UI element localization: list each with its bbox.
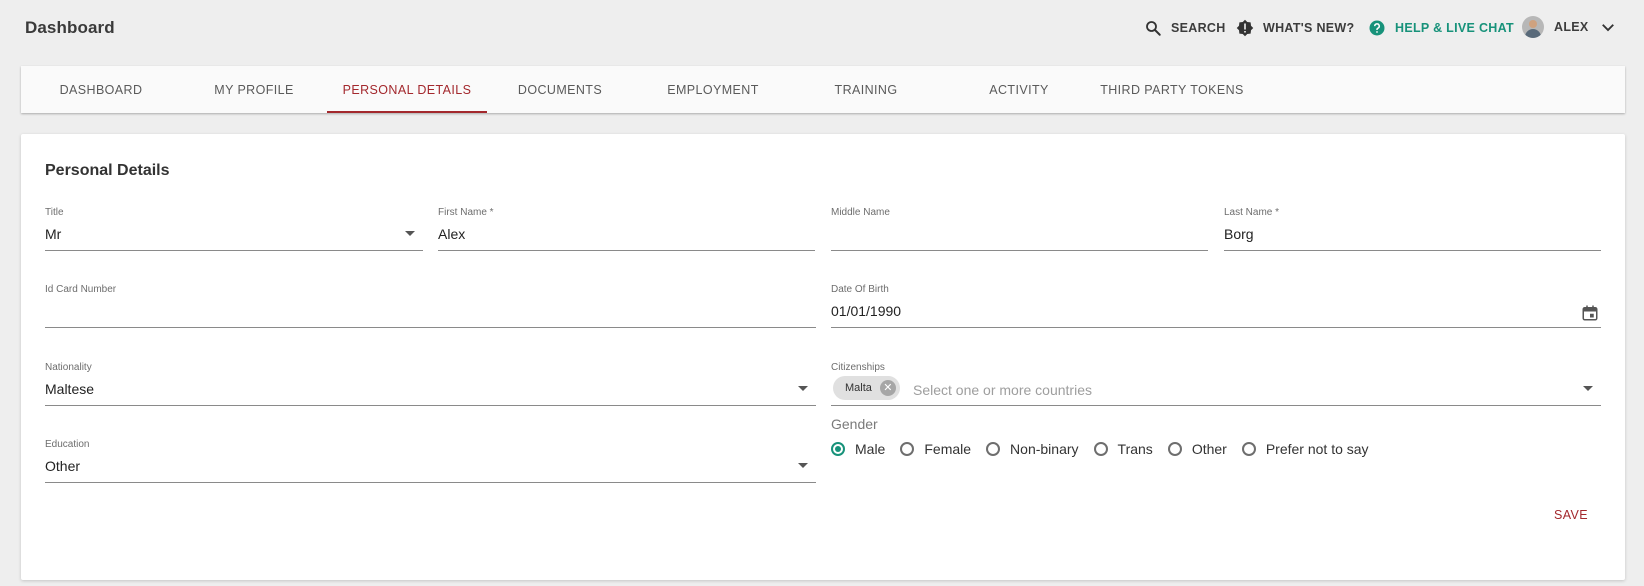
chevron-down-icon (1601, 24, 1614, 32)
first-name-field[interactable]: First Name * Alex (438, 207, 815, 253)
radio-unchecked-icon (1093, 442, 1108, 456)
whats-new-label: WHAT'S NEW? (1263, 21, 1355, 35)
tab-third-party-tokens[interactable]: THIRD PARTY TOKENS (1092, 66, 1252, 113)
help-circle-icon (1369, 20, 1385, 36)
title-select[interactable]: Title Mr (45, 207, 423, 253)
tab-documents[interactable]: DOCUMENTS (480, 66, 640, 113)
search-label: SEARCH (1171, 21, 1226, 35)
radio-label: Female (924, 441, 972, 457)
avatar (1522, 16, 1544, 38)
nationality-value: Maltese (45, 381, 95, 397)
chip-remove-icon[interactable]: ✕ (879, 380, 896, 396)
radio-label: Male (855, 441, 886, 457)
tab-dashboard[interactable]: DASHBOARD (21, 66, 181, 113)
user-menu[interactable]: ALEX (1522, 16, 1626, 38)
citizenship-chip: Malta ✕ (833, 376, 900, 400)
gender-label: Gender (831, 416, 878, 432)
title-label: Title (45, 207, 64, 218)
radio-unchecked-icon (986, 442, 1001, 456)
first-name-value: Alex (438, 226, 466, 242)
dob-value: 01/01/1990 (831, 303, 902, 319)
radio-label: Non-binary (1010, 441, 1079, 457)
education-value: Other (45, 458, 81, 474)
user-name: ALEX (1554, 20, 1589, 34)
tab-bar: DASHBOARD MY PROFILE PERSONAL DETAILS DO… (21, 66, 1625, 113)
chip-label: Malta (845, 382, 872, 394)
title-value: Mr (45, 226, 62, 242)
middle-name-field[interactable]: Middle Name (831, 207, 1208, 253)
date-of-birth-field[interactable]: Date Of Birth 01/01/1990 (831, 284, 1601, 330)
save-button[interactable]: SAVE (1554, 508, 1588, 522)
radio-label: Prefer not to say (1265, 441, 1369, 457)
last-name-label: Last Name * (1224, 207, 1280, 218)
radio-unchecked-icon (1167, 442, 1182, 456)
nationality-select[interactable]: Nationality Maltese (45, 362, 816, 408)
gender-radio-other[interactable]: Other (1167, 441, 1227, 457)
search-button[interactable]: SEARCH (1144, 19, 1226, 37)
id-card-field[interactable]: Id Card Number (45, 284, 816, 330)
whats-new-button[interactable]: WHAT'S NEW? (1236, 19, 1354, 37)
card-title: Personal Details (45, 162, 170, 179)
gender-radio-prefer-not-to-say[interactable]: Prefer not to say (1241, 441, 1369, 457)
radio-checked-icon (831, 442, 845, 456)
gender-radio-non-binary[interactable]: Non-binary (986, 441, 1079, 457)
new-badge-icon (1236, 19, 1254, 37)
tab-my-profile[interactable]: MY PROFILE (174, 66, 334, 113)
help-live-chat-button[interactable]: HELP & LIVE CHAT (1368, 19, 1514, 37)
dropdown-arrow-icon (798, 386, 808, 391)
gender-radio-female[interactable]: Female (900, 441, 971, 457)
first-name-label: First Name * (438, 207, 494, 218)
help-label: HELP & LIVE CHAT (1395, 21, 1514, 35)
middle-name-label: Middle Name (831, 207, 890, 218)
last-name-field[interactable]: Last Name * Borg (1224, 207, 1601, 253)
citizenships-placeholder: Select one or more countries (913, 382, 1092, 398)
dropdown-arrow-icon (798, 463, 808, 468)
personal-details-card: Personal Details Title Mr First Name * A… (21, 134, 1625, 580)
dropdown-arrow-icon (1583, 386, 1593, 391)
radio-label: Trans (1117, 441, 1153, 457)
top-bar: Dashboard SEARCH WHAT'S NEW? HELP & LIVE… (0, 0, 1644, 62)
gender-radio-trans[interactable]: Trans (1093, 441, 1153, 457)
radio-unchecked-icon (900, 442, 915, 456)
last-name-value: Borg (1224, 226, 1254, 242)
tab-activity[interactable]: ACTIVITY (939, 66, 1099, 113)
citizenships-select[interactable]: Citizenships Malta ✕ Select one or more … (831, 362, 1601, 408)
education-label: Education (45, 439, 90, 450)
dropdown-arrow-icon (405, 231, 415, 236)
radio-unchecked-icon (1241, 442, 1256, 456)
app-title: Dashboard (25, 18, 115, 37)
tab-employment[interactable]: EMPLOYMENT (633, 66, 793, 113)
search-icon (1146, 21, 1161, 36)
citizenships-label: Citizenships (831, 362, 885, 373)
nationality-label: Nationality (45, 362, 92, 373)
dob-label: Date Of Birth (831, 284, 889, 295)
tab-personal-details[interactable]: PERSONAL DETAILS (327, 66, 487, 113)
tab-training[interactable]: TRAINING (786, 66, 946, 113)
calendar-icon[interactable] (1581, 304, 1599, 322)
gender-radio-male[interactable]: Male (831, 441, 885, 457)
gender-radio-group: Male Female Non-binary Trans Other Prefe… (831, 441, 1384, 457)
id-card-label: Id Card Number (45, 284, 117, 295)
education-select[interactable]: Education Other (45, 439, 816, 485)
radio-label: Other (1191, 441, 1227, 457)
